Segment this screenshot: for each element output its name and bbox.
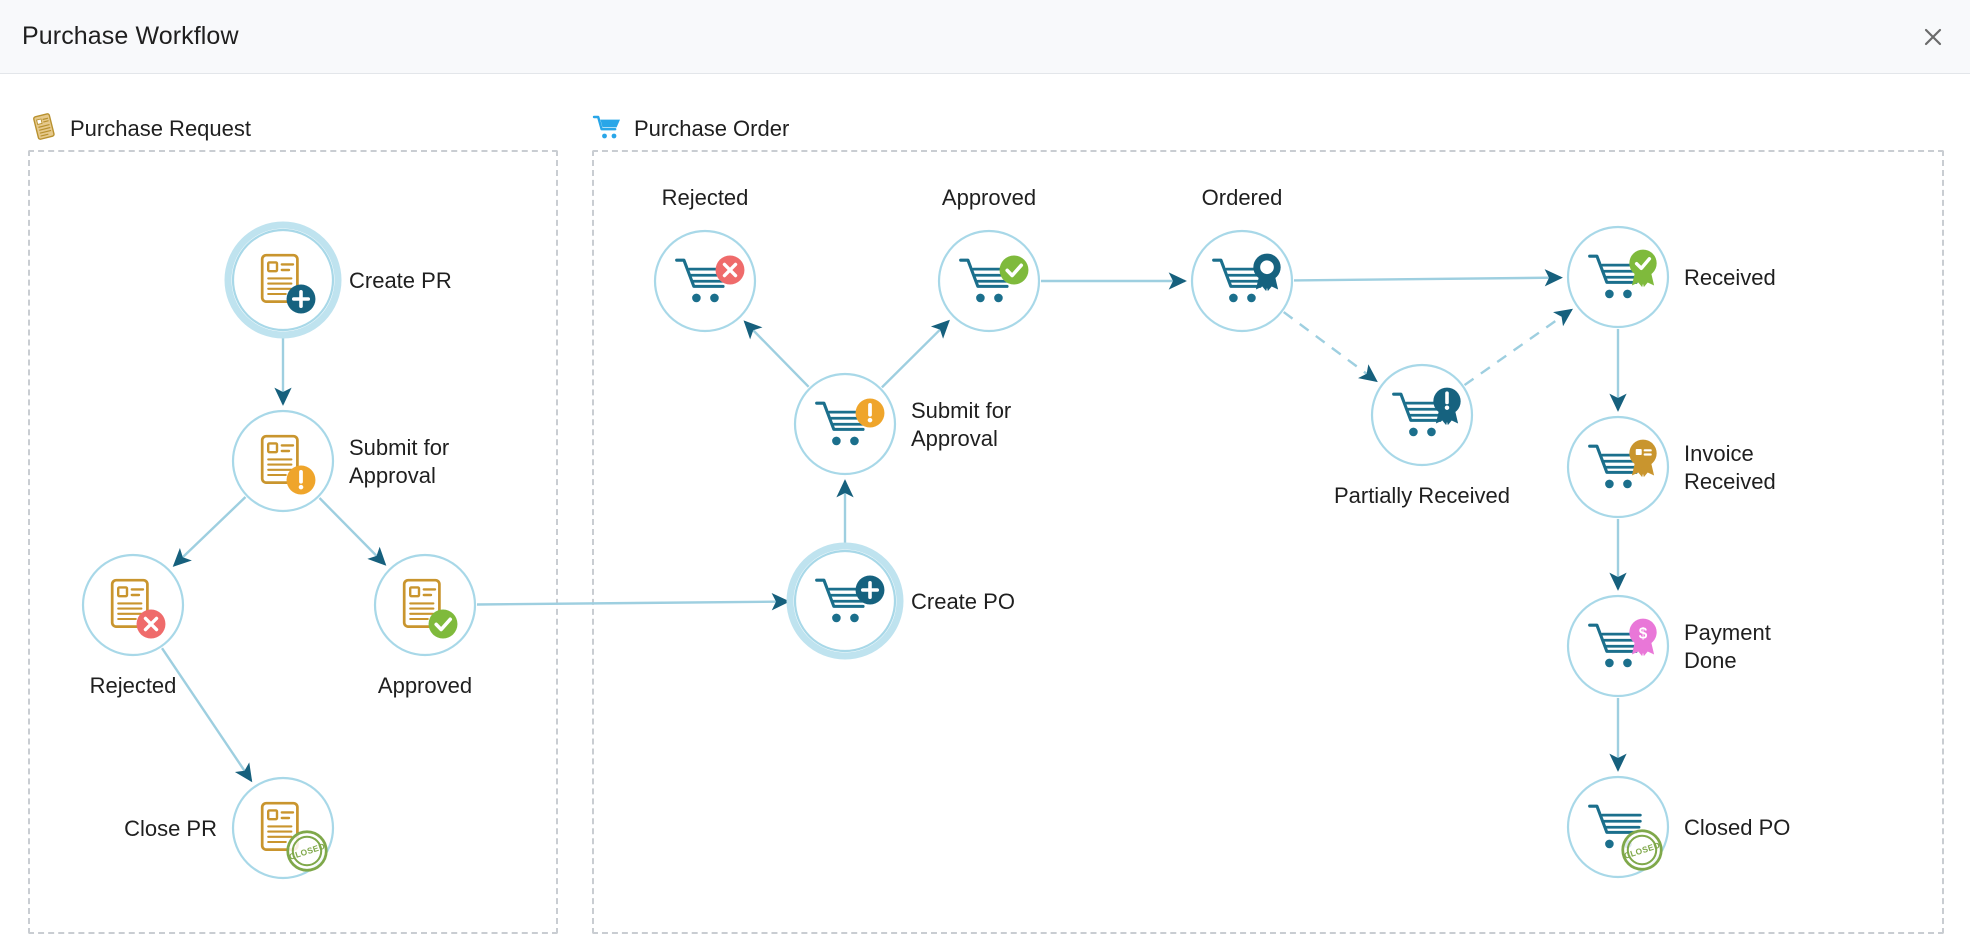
badge-plus-icon: [853, 573, 887, 607]
badge-approved-icon: [426, 607, 460, 641]
node-label: Rejected: [90, 673, 177, 698]
badge-approved-icon: [997, 253, 1031, 287]
window-titlebar: Purchase Workflow: [0, 0, 1970, 74]
node-label: Partially Received: [1334, 483, 1510, 508]
scroll-document-icon: [30, 112, 58, 147]
badge-received-icon: [1627, 247, 1659, 288]
badge-ordered-icon: [1253, 253, 1281, 292]
node-label: Received: [1684, 265, 1776, 290]
node-label: Create PO: [911, 589, 1015, 614]
workflow-node-po-approved[interactable]: Approved: [937, 185, 1041, 333]
shopping-cart-icon: [592, 113, 622, 146]
node-label: Approved: [942, 185, 1036, 210]
section-label: Purchase Request: [70, 116, 251, 141]
close-icon[interactable]: [1914, 18, 1952, 56]
section-header-purchase-order: Purchase Order: [592, 112, 789, 146]
badge-rejected-icon: [713, 253, 747, 287]
badge-closed-icon: [1621, 829, 1663, 871]
workflow-node-po-rejected[interactable]: Rejected: [653, 185, 757, 333]
workflow-node-pr-rejected[interactable]: Rejected: [81, 553, 185, 698]
node-label: Close PR: [124, 816, 217, 841]
section-label: Purchase Order: [634, 116, 790, 141]
badge-payment-icon: [1629, 618, 1657, 657]
badge-warning-icon: [284, 463, 318, 497]
badge-rejected-icon: [134, 607, 168, 641]
section-header-purchase-request: Purchase Request: [30, 112, 251, 146]
badge-closed-icon: [286, 830, 328, 872]
node-label: Create PR: [349, 268, 452, 293]
workflow-node-pr-approved[interactable]: Approved: [373, 553, 477, 698]
node-label: Closed PO: [1684, 815, 1790, 840]
node-label: Ordered: [1202, 185, 1283, 210]
node-label: Approved: [378, 673, 472, 698]
page-title: Purchase Workflow: [22, 22, 239, 50]
badge-invoice-icon: [1628, 438, 1658, 478]
workflow-node-po-ordered[interactable]: Ordered: [1190, 185, 1294, 333]
badge-partial-icon: [1431, 385, 1463, 426]
badge-plus-icon: [284, 282, 318, 316]
badge-warning-icon: [853, 396, 887, 430]
node-label: Rejected: [662, 185, 749, 210]
